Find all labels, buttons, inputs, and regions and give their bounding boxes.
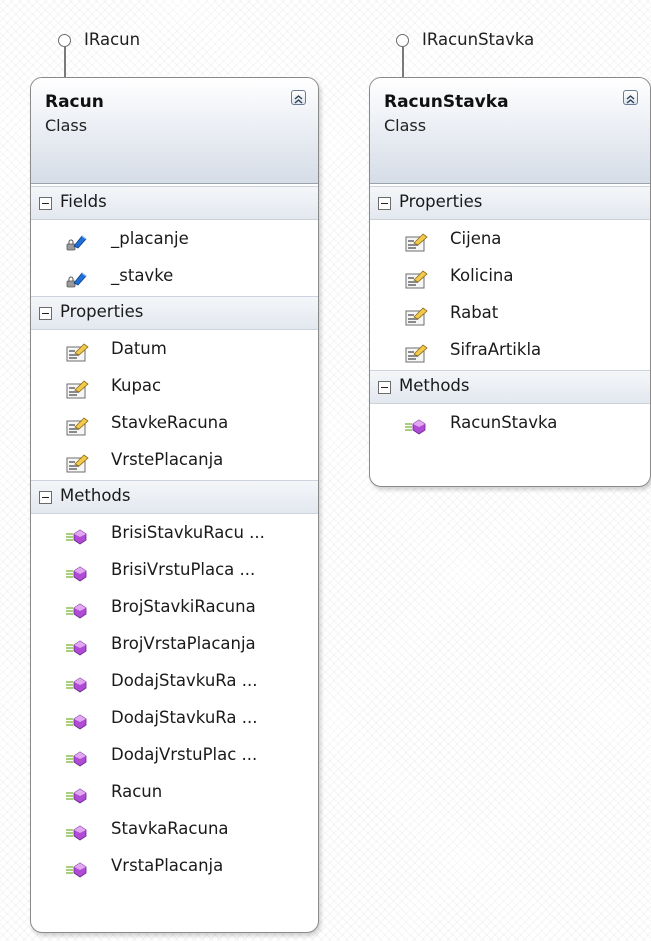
member-row[interactable]: Kolicina xyxy=(370,257,650,294)
section-header-properties[interactable]: Properties xyxy=(370,186,650,220)
member-row[interactable]: Kupac xyxy=(31,367,318,404)
class-shape-racun[interactable]: Racun Class Fields _placanje _stavke Proper… xyxy=(30,77,319,933)
class-kind: Class xyxy=(384,116,427,135)
method-icon xyxy=(65,819,89,841)
class-shape-racunstavka[interactable]: RacunStavka Class Properties Cijena Kolici… xyxy=(369,77,651,487)
member-name: SifraArtikla xyxy=(450,340,542,359)
member-name: BrisiVrstuPlaca ... xyxy=(111,560,256,579)
interface-circle-icon xyxy=(58,34,71,47)
collapse-minus-icon[interactable] xyxy=(378,381,391,394)
member-row[interactable]: _placanje xyxy=(31,220,318,257)
member-name: StavkeRacuna xyxy=(111,413,229,432)
collapse-minus-icon[interactable] xyxy=(39,197,52,210)
member-row[interactable]: StavkaRacuna xyxy=(31,810,318,847)
member-row[interactable]: Cijena xyxy=(370,220,650,257)
section-name: Properties xyxy=(399,192,483,211)
member-name: DodajStavkuRa ... xyxy=(111,671,258,690)
method-icon xyxy=(65,745,89,767)
class-kind: Class xyxy=(45,116,88,135)
member-row[interactable]: StavkeRacuna xyxy=(31,404,318,441)
interface-name[interactable]: IRacunStavka xyxy=(422,30,534,49)
member-name: VrstaPlacanja xyxy=(111,856,224,875)
method-icon xyxy=(404,413,428,435)
section-name: Methods xyxy=(399,376,470,395)
member-row[interactable]: RacunStavka xyxy=(370,404,650,441)
member-name: BrojVrstaPlacanja xyxy=(111,634,256,653)
member-name: Datum xyxy=(111,339,167,358)
property-icon xyxy=(65,413,89,436)
section-name: Properties xyxy=(60,302,144,321)
property-icon xyxy=(65,376,89,399)
member-name: VrstePlacanja xyxy=(111,450,224,469)
class-sections: Properties Cijena Kolicina Rabat SifraArtikl… xyxy=(370,186,650,441)
class-header[interactable]: RacunStavka Class xyxy=(370,78,650,184)
member-row[interactable]: DodajStavkuRa ... xyxy=(31,662,318,699)
property-icon xyxy=(65,450,89,473)
property-icon xyxy=(404,303,428,326)
member-name: Kupac xyxy=(111,376,162,395)
member-row[interactable]: Racun xyxy=(31,773,318,810)
member-row[interactable]: Rabat xyxy=(370,294,650,331)
collapse-minus-icon[interactable] xyxy=(39,491,52,504)
section-header-methods[interactable]: Methods xyxy=(31,480,318,514)
collapse-chevron-icon[interactable] xyxy=(291,90,306,105)
member-row[interactable]: DodajVrstuPlac ... xyxy=(31,736,318,773)
interface-connector xyxy=(64,47,66,77)
method-icon xyxy=(65,634,89,656)
member-row[interactable]: BrisiVrstuPlaca ... xyxy=(31,551,318,588)
section-name: Methods xyxy=(60,486,131,505)
member-name: _placanje xyxy=(111,229,189,248)
member-row[interactable]: _stavke xyxy=(31,257,318,294)
class-sections: Fields _placanje _stavke Properties Datum Kup… xyxy=(31,186,318,884)
member-name: StavkaRacuna xyxy=(111,819,229,838)
member-name: DodajStavkuRa ... xyxy=(111,708,258,727)
member-name: Rabat xyxy=(450,303,499,322)
method-icon xyxy=(65,856,89,878)
class-name: Racun xyxy=(45,92,104,112)
member-name: BrojStavkiRacuna xyxy=(111,597,256,616)
class-header[interactable]: Racun Class xyxy=(31,78,318,184)
property-icon xyxy=(65,339,89,362)
member-name: RacunStavka xyxy=(450,413,558,432)
member-row[interactable]: VrstePlacanja xyxy=(31,441,318,478)
method-icon xyxy=(65,560,89,582)
field-icon xyxy=(65,229,89,251)
method-icon xyxy=(65,671,89,693)
member-name: BrisiStavkuRacu ... xyxy=(111,523,265,542)
collapse-chevron-icon[interactable] xyxy=(623,90,638,105)
member-name: Cijena xyxy=(450,229,502,248)
member-row[interactable]: VrstaPlacanja xyxy=(31,847,318,884)
class-name: RacunStavka xyxy=(384,92,509,112)
section-name: Fields xyxy=(60,192,107,211)
property-icon xyxy=(404,266,428,289)
section-header-properties[interactable]: Properties xyxy=(31,296,318,330)
member-row[interactable]: DodajStavkuRa ... xyxy=(31,699,318,736)
member-row[interactable]: BrojVrstaPlacanja xyxy=(31,625,318,662)
section-header-fields[interactable]: Fields xyxy=(31,186,318,220)
interface-circle-icon xyxy=(396,34,409,47)
property-icon xyxy=(404,229,428,252)
property-icon xyxy=(404,340,428,363)
member-row[interactable]: BrojStavkiRacuna xyxy=(31,588,318,625)
method-icon xyxy=(65,523,89,545)
member-name: Racun xyxy=(111,782,163,801)
collapse-minus-icon[interactable] xyxy=(39,307,52,320)
method-icon xyxy=(65,597,89,619)
method-icon xyxy=(65,782,89,804)
member-name: _stavke xyxy=(111,266,174,285)
section-header-methods[interactable]: Methods xyxy=(370,370,650,404)
field-icon xyxy=(65,266,89,288)
member-row[interactable]: BrisiStavkuRacu ... xyxy=(31,514,318,551)
collapse-minus-icon[interactable] xyxy=(378,197,391,210)
member-name: Kolicina xyxy=(450,266,514,285)
method-icon xyxy=(65,708,89,730)
interface-connector xyxy=(402,47,404,77)
member-row[interactable]: SifraArtikla xyxy=(370,331,650,368)
interface-name[interactable]: IRacun xyxy=(84,30,140,49)
member-name: DodajVrstuPlac ... xyxy=(111,745,258,764)
member-row[interactable]: Datum xyxy=(31,330,318,367)
